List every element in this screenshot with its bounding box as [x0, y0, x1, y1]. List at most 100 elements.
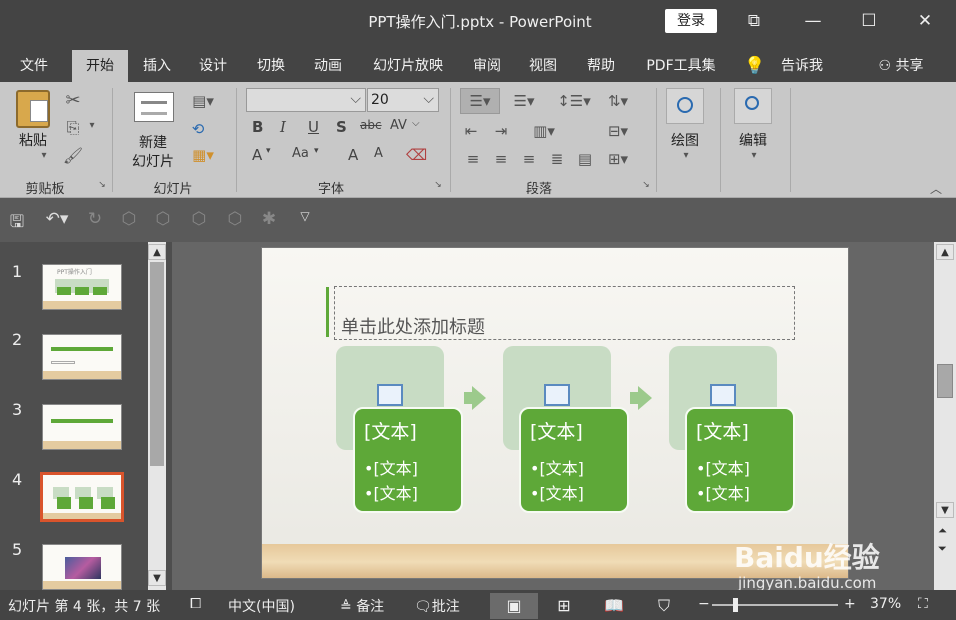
tab-view[interactable]: 视图 — [520, 50, 566, 82]
layout-icon[interactable]: ▤▾ — [186, 92, 220, 110]
tab-slideshow[interactable]: 幻灯片放映 — [362, 50, 454, 82]
section-icon[interactable]: ▦▾ — [186, 146, 220, 164]
copy-dropdown-icon[interactable]: ▾ — [86, 120, 98, 131]
strikethrough-button[interactable]: abc — [360, 118, 382, 132]
tab-animations[interactable]: 动画 — [305, 50, 351, 82]
redo-icon[interactable]: ↻ — [84, 209, 106, 229]
slide-thumbnail-1[interactable]: PPT操作入门 — [42, 264, 122, 310]
reset-slide-icon[interactable]: ⟲ — [186, 120, 210, 138]
line-spacing-icon[interactable]: ↕☰▾ — [556, 92, 592, 110]
decrease-indent-icon[interactable]: ⇤ — [460, 122, 482, 140]
next-slide-icon[interactable]: ⏷ — [938, 542, 954, 556]
picture-icon[interactable] — [710, 384, 736, 406]
cube-icon[interactable]: ⬡ — [188, 209, 210, 229]
align-center-icon[interactable]: ≡ — [490, 150, 512, 168]
shrink-font-button[interactable]: A — [374, 146, 383, 161]
text-card[interactable]: [文本] •[文本] •[文本] — [353, 407, 463, 513]
scroll-up-icon[interactable]: ▲ — [936, 244, 954, 260]
distributed-icon[interactable]: ▤ — [574, 150, 596, 168]
picture-icon[interactable] — [377, 384, 403, 406]
login-button[interactable]: 登录 — [665, 9, 717, 33]
save-icon[interactable]: 🖫 — [6, 209, 28, 238]
underline-button[interactable]: U — [308, 118, 319, 136]
language-indicator[interactable]: 中文(中国) — [228, 596, 295, 616]
scroll-down-icon[interactable]: ▼ — [148, 570, 166, 586]
tab-design[interactable]: 设计 — [190, 50, 236, 82]
cube-globe-icon[interactable]: ⬡ — [224, 209, 246, 229]
character-spacing-button[interactable]: AV — [390, 118, 407, 133]
new-slide-icon[interactable] — [134, 92, 174, 122]
text-shadow-button[interactable]: S — [336, 118, 347, 136]
zoom-level[interactable]: 37% — [870, 596, 901, 612]
tab-review[interactable]: 审阅 — [464, 50, 510, 82]
chevron-down-icon[interactable]: ▾ — [746, 150, 762, 161]
notes-button[interactable]: ≜ 备注 — [340, 596, 384, 616]
bold-button[interactable]: B — [252, 118, 263, 136]
tab-file[interactable]: 文件 — [10, 50, 58, 82]
reading-view-icon[interactable]: 📖 — [590, 593, 638, 619]
slide-thumbnail-4-selected[interactable] — [40, 472, 124, 522]
slideshow-icon[interactable]: ⛉ — [640, 593, 688, 619]
paste-button[interactable]: 粘贴 — [12, 130, 54, 150]
slide-sorter-icon[interactable]: ⊞ — [540, 593, 588, 619]
justify-icon[interactable]: ≣ — [546, 150, 568, 168]
shapes-icon[interactable] — [666, 88, 704, 124]
tab-insert[interactable]: 插入 — [134, 50, 180, 82]
star-frame-icon[interactable]: ✱ — [258, 209, 280, 229]
slide-thumbnail-3[interactable] — [42, 404, 122, 450]
previous-slide-icon[interactable]: ⏶ — [938, 524, 954, 538]
text-card[interactable]: [文本] •[文本] •[文本] — [685, 407, 795, 513]
accessibility-icon[interactable]: ⧠ — [190, 596, 201, 612]
slide-thumbnail-5[interactable] — [42, 544, 122, 590]
smartart-convert-icon[interactable]: ⊞▾ — [600, 150, 636, 168]
customize-qat-icon[interactable]: ▽ — [294, 209, 316, 223]
search-icon[interactable] — [734, 88, 772, 124]
close-icon[interactable]: ✕ — [912, 8, 938, 34]
text-card[interactable]: [文本] •[文本] •[文本] — [519, 407, 629, 513]
tell-me-search[interactable]: 告诉我 — [772, 50, 832, 82]
thumbnail-scrollbar[interactable]: ▲ ▼ — [148, 242, 166, 590]
tab-pdf-tools[interactable]: PDF工具集 — [636, 50, 726, 82]
tab-transitions[interactable]: 切换 — [248, 50, 294, 82]
picture-icon[interactable] — [544, 384, 570, 406]
undo-icon[interactable]: ↶▾ — [40, 209, 74, 229]
scroll-down-icon[interactable]: ▼ — [936, 502, 954, 518]
tab-help[interactable]: 帮助 — [578, 50, 624, 82]
tab-home[interactable]: 开始 — [72, 50, 128, 82]
font-size-dropdown[interactable]: 20 ⌵ — [367, 88, 439, 112]
font-color-button[interactable]: A — [252, 146, 262, 164]
cube-icon[interactable]: ⬡ — [152, 209, 174, 229]
editing-button[interactable]: 编辑 — [732, 130, 774, 150]
scroll-thumb[interactable] — [937, 364, 953, 398]
numbering-icon[interactable]: ☰▾ — [506, 92, 542, 110]
paste-clipboard-icon[interactable] — [16, 90, 50, 128]
clear-format-icon[interactable]: ⌫ — [406, 146, 427, 164]
title-placeholder[interactable]: 单击此处添加标题 — [334, 286, 795, 340]
italic-button[interactable]: I — [280, 118, 286, 136]
copy-icon[interactable]: ⎘ — [62, 118, 84, 138]
current-slide[interactable]: 单击此处添加标题 [文本] •[文本] •[文本] [文本] •[文本] •[文… — [261, 247, 849, 579]
text-direction-icon[interactable]: ⇅▾ — [600, 92, 636, 110]
zoom-in-icon[interactable]: + — [844, 596, 856, 612]
change-case-button[interactable]: Aa — [292, 146, 309, 161]
increase-indent-icon[interactable]: ⇥ — [490, 122, 512, 140]
font-name-dropdown[interactable]: ⌵ — [246, 88, 366, 112]
zoom-out-icon[interactable]: − — [698, 596, 710, 612]
canvas-scrollbar[interactable]: ▲ ▼ ⏶ ⏷ — [934, 242, 956, 590]
cube-icon[interactable]: ⬡ — [118, 209, 140, 229]
align-right-icon[interactable]: ≡ — [518, 150, 540, 168]
cut-icon[interactable]: ✂ — [62, 90, 84, 111]
minimize-icon[interactable]: — — [800, 8, 826, 34]
columns-icon[interactable]: ▥▾ — [526, 122, 562, 140]
paste-dropdown-icon[interactable]: ▾ — [36, 150, 52, 161]
grow-font-button[interactable]: A — [348, 146, 358, 164]
align-text-icon[interactable]: ⊟▾ — [600, 122, 636, 140]
scroll-up-icon[interactable]: ▲ — [148, 244, 166, 260]
align-left-icon[interactable]: ≡ — [462, 150, 484, 168]
format-painter-icon[interactable]: 🖌 — [62, 146, 84, 165]
fit-to-window-icon[interactable]: ⛶ — [918, 596, 928, 612]
new-slide-label-2[interactable]: 幻灯片 — [122, 151, 184, 171]
clipboard-launcher-icon[interactable]: ↘ — [96, 180, 108, 190]
drawing-button[interactable]: 绘图 — [664, 130, 706, 150]
ribbon-display-options-icon[interactable]: ⧉ — [741, 8, 767, 34]
